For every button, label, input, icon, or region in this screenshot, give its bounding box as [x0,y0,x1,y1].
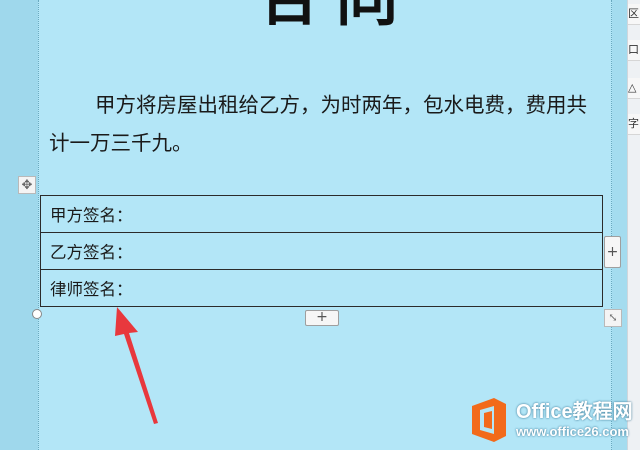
red-arrow-annotation [115,307,158,424]
watermark-url: www.office26.com [516,424,629,439]
office-logo-icon [472,398,506,442]
watermark-name: Office教程网 [516,401,633,423]
watermark-logo: Office教程网 www.office26.com [468,394,638,446]
arrow-icon [115,307,158,424]
